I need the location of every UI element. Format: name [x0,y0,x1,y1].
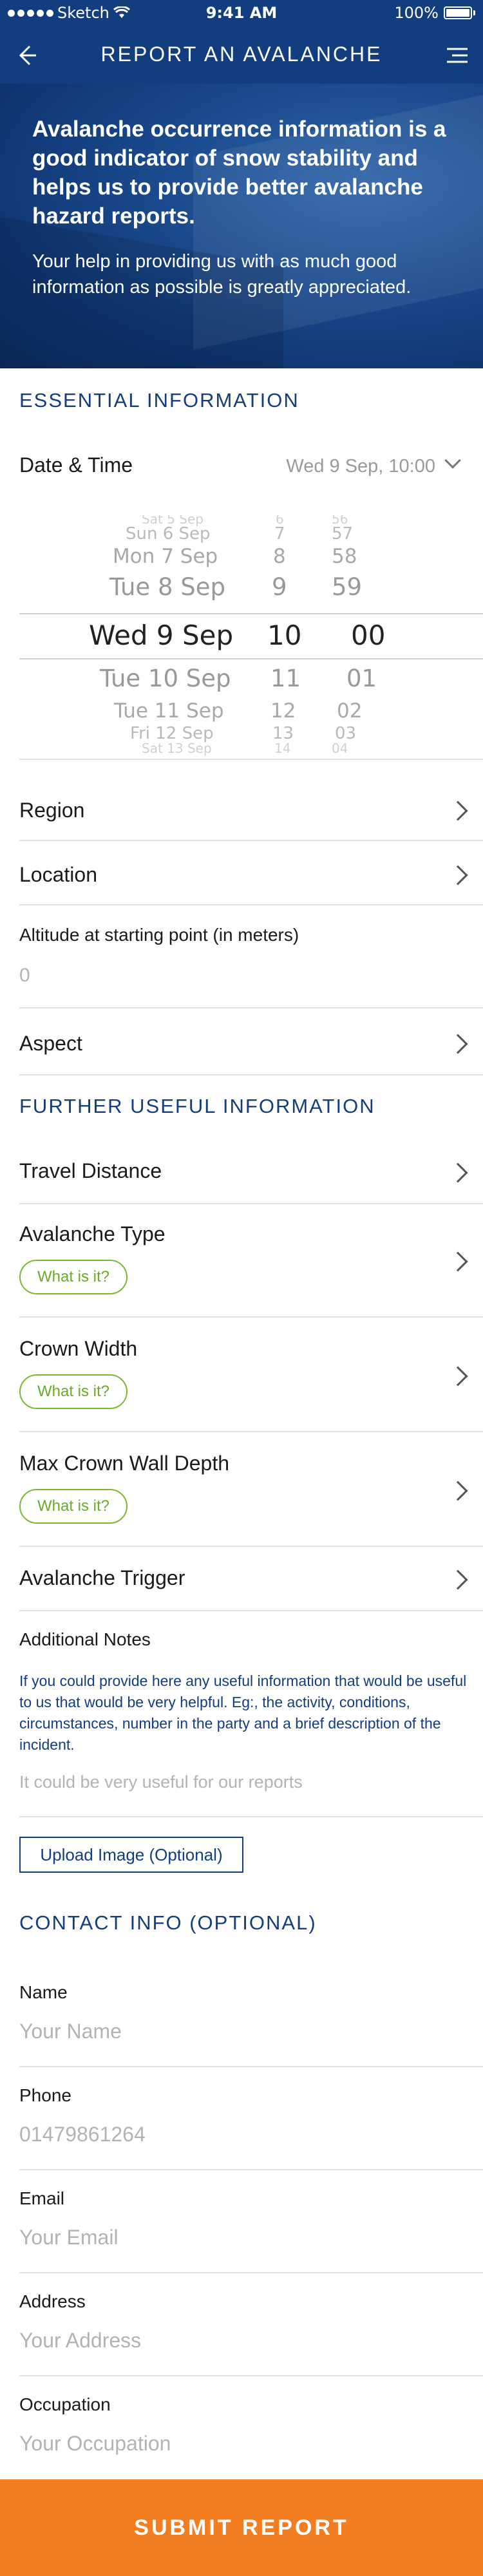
region-row[interactable]: Region [19,778,483,841]
submit-report-button[interactable]: SUBMIT REPORT [0,2479,483,2576]
picker-minute[interactable]: 59 [332,573,362,601]
altitude-label: Altitude at starting point (in meters) [19,925,299,945]
picker-day[interactable]: Tue 11 Sep [114,699,224,723]
picker-minute[interactable]: 02 [337,699,362,723]
picker-minute-selected[interactable]: 00 [351,620,385,651]
date-time-picker[interactable]: Sat 5 Sep Sun 6 Sep Mon 7 Sep Tue 8 Sep … [19,515,483,760]
chevron-right-icon [448,1034,468,1054]
section-title-contact: CONTACT INFO (OPTIONAL) [19,1911,317,1934]
altitude-field: Altitude at starting point (in meters) [19,905,483,1009]
picker-hour[interactable]: 14 [274,741,290,756]
avalanche-trigger-row[interactable]: Avalanche Trigger [19,1547,483,1611]
travel-distance-label: Travel Distance [19,1159,162,1182]
avalanche-type-row[interactable]: Avalanche Type What is it? [19,1204,483,1318]
phone-input[interactable] [19,2123,464,2146]
hero-banner: Avalanche occurrence information is a go… [0,84,483,368]
picker-hour-selected[interactable]: 10 [267,620,301,651]
section-title-further: FURTHER USEFUL INFORMATION [19,1095,375,1117]
occupation-label: Occupation [19,2394,111,2414]
picker-day[interactable]: Sat 13 Sep [142,741,212,756]
what-is-it-button[interactable]: What is it? [19,1374,128,1409]
chevron-down-icon [444,452,461,469]
name-label: Name [19,1982,68,2002]
chevron-right-icon [448,1569,468,1590]
picker-minute[interactable]: 58 [332,545,357,568]
chevron-right-icon [448,1366,468,1387]
region-label: Region [19,799,85,822]
picker-day-selected[interactable]: Wed 9 Sep [89,620,233,651]
phone-label: Phone [19,2085,71,2105]
chevron-right-icon [448,1251,468,1272]
address-label: Address [19,2291,86,2311]
hero-heading: Avalanche occurrence information is a go… [32,117,446,229]
occupation-input[interactable] [19,2432,464,2456]
address-field: Address [19,2273,483,2376]
email-label: Email [19,2188,65,2208]
section-title-essential: ESSENTIAL INFORMATION [19,389,299,412]
additional-notes-label: Additional Notes [19,1629,151,1649]
battery-icon [444,6,472,19]
additional-notes-field: Additional Notes If you could provide he… [19,1611,483,1817]
chevron-right-icon [448,800,468,821]
chevron-right-icon [448,1481,468,1501]
what-is-it-button[interactable]: What is it? [19,1260,128,1294]
hero-body: Your help in providing us with as much g… [32,251,412,298]
name-field: Name [19,1964,483,2067]
picker-minute[interactable]: 04 [332,741,348,756]
picker-day[interactable]: Sun 6 Sep [126,524,211,544]
email-field: Email [19,2170,483,2273]
picker-day[interactable]: Mon 7 Sep [113,545,218,568]
name-input[interactable] [19,2020,464,2043]
location-label: Location [19,863,97,886]
picker-hour[interactable]: 7 [274,524,285,544]
status-right: 100% [394,4,475,22]
picker-hour[interactable]: 11 [270,665,301,692]
battery-percent: 100% [394,4,439,22]
phone-field: Phone [19,2067,483,2170]
date-time-row[interactable]: Date & Time Wed 9 Sep, 10:00 [19,438,483,496]
picker-day[interactable]: Tue 8 Sep [109,573,225,601]
upload-image-button[interactable]: Upload Image (Optional) [19,1837,243,1873]
picker-minute[interactable]: 01 [346,665,377,692]
picker-day[interactable]: Tue 10 Sep [100,665,231,692]
hamburger-menu-icon[interactable] [443,41,471,70]
chevron-right-icon [448,1162,468,1183]
email-input[interactable] [19,2226,464,2249]
travel-distance-row[interactable]: Travel Distance [19,1140,483,1204]
picker-hour[interactable]: 8 [273,545,286,568]
nav-bar: REPORT AN AVALANCHE [0,26,483,84]
crown-depth-label: Max Crown Wall Depth [19,1452,230,1475]
picker-minute[interactable]: 57 [332,524,353,544]
crown-width-row[interactable]: Crown Width What is it? [19,1318,483,1432]
aspect-row[interactable]: Aspect [19,1009,483,1075]
location-row[interactable]: Location [19,841,483,905]
additional-notes-help: If you could provide here any useful inf… [19,1672,467,1753]
crown-width-label: Crown Width [19,1337,138,1360]
chevron-right-icon [448,865,468,886]
picker-hour[interactable]: 12 [270,699,296,723]
status-bar: Sketch 9:41 AM 100% [0,0,483,26]
crown-depth-row[interactable]: Max Crown Wall Depth What is it? [19,1432,483,1547]
avalanche-trigger-label: Avalanche Trigger [19,1566,185,1589]
date-time-label: Date & Time [19,453,133,477]
additional-notes-input[interactable] [19,1772,464,1792]
altitude-input[interactable] [19,965,464,987]
page-title: REPORT AN AVALANCHE [100,43,383,66]
picker-hour[interactable]: 9 [272,573,287,601]
avalanche-type-label: Avalanche Type [19,1222,166,1245]
address-input[interactable] [19,2329,464,2353]
date-time-value: Wed 9 Sep, 10:00 [286,456,435,477]
what-is-it-button[interactable]: What is it? [19,1489,128,1524]
aspect-label: Aspect [19,1032,82,1055]
occupation-field: Occupation [19,2376,483,2479]
